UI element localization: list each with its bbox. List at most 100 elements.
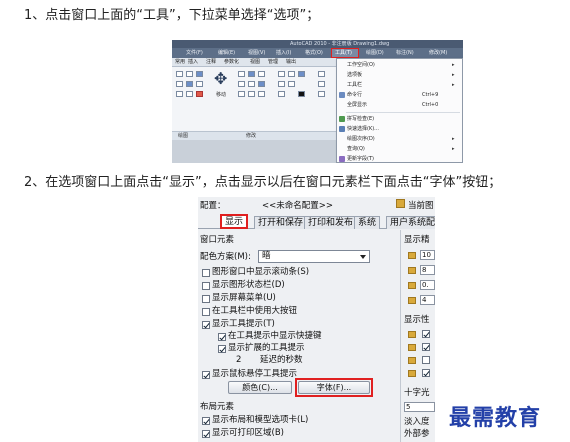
bulb-icon[interactable]	[278, 81, 285, 87]
menu-item-spell-check[interactable]: 拼写检查(E)	[337, 115, 462, 124]
line-icon[interactable]	[176, 71, 183, 77]
mirror-icon[interactable]	[258, 71, 265, 77]
status-bar-checkbox[interactable]	[202, 282, 210, 290]
menu-insert[interactable]: 插入(I)	[276, 49, 291, 57]
performance-checkbox-3[interactable]	[422, 356, 430, 364]
layout-tabs-label: 显示布局和模型选项卡(L)	[212, 415, 309, 425]
resolution-value-3[interactable]: 0.	[420, 280, 435, 290]
color-swatch-icon[interactable]	[278, 91, 285, 97]
display-performance-header: 显示性	[404, 315, 430, 325]
large-buttons-checkbox[interactable]	[202, 308, 210, 316]
menu-draw[interactable]: 绘图(D)	[366, 49, 384, 57]
menu-item-update-fields[interactable]: 更新字段(T)	[337, 155, 462, 163]
text-icon[interactable]	[318, 71, 325, 77]
tab-plot-publish[interactable]: 打印和发布	[304, 216, 358, 229]
leader-icon[interactable]	[318, 91, 325, 97]
move-icon[interactable]: ✥	[214, 71, 227, 87]
copy-icon[interactable]	[238, 71, 245, 77]
scrollbars-checkbox[interactable]	[202, 269, 210, 277]
layer-props-icon[interactable]	[288, 71, 295, 77]
stretch-icon[interactable]	[238, 81, 245, 87]
tab-system[interactable]: 系统	[354, 216, 381, 229]
crosshair-size-value[interactable]: 5	[404, 402, 435, 412]
crosshair-size-header: 十字光	[404, 388, 430, 398]
rotate-icon[interactable]	[248, 71, 255, 77]
spline-icon[interactable]	[186, 91, 193, 97]
menu-item-draw-order[interactable]: 绘图次序(D) ▸	[337, 135, 462, 144]
menu-item-workspace[interactable]: 工作空间(O) ▸	[337, 61, 462, 70]
rollover-label: 显示鼠标悬停工具提示	[212, 369, 298, 379]
fonts-button[interactable]: 字体(F)...	[298, 381, 370, 394]
window-elements-header: 窗口元素	[200, 235, 235, 245]
ribbon-tab-output[interactable]: 输出	[286, 59, 296, 66]
menu-item-label: 快速选择(K)...	[347, 126, 379, 132]
extended-tooltip-checkbox[interactable]	[218, 345, 226, 353]
dimension-icon[interactable]	[318, 81, 325, 87]
menu-tools[interactable]: 工具(T)	[335, 49, 352, 57]
performance-checkbox-2[interactable]	[422, 343, 430, 351]
scrollbars-label: 图形窗口中显示滚动条(S)	[212, 267, 310, 277]
menu-item-inquiry[interactable]: 查询(Q) ▸	[337, 145, 462, 154]
colors-button[interactable]: 颜色(C)...	[228, 381, 292, 394]
screen-menu-checkbox[interactable]	[202, 295, 210, 303]
menu-modify[interactable]: 修改(M)	[429, 49, 447, 57]
menu-item-palettes[interactable]: 选项板 ▸	[337, 71, 462, 80]
ribbon-tab-home[interactable]: 常用	[175, 59, 185, 66]
fillet-icon[interactable]	[248, 91, 255, 97]
color-scheme-value: 暗	[262, 251, 271, 261]
ribbon-tab-view[interactable]: 视图	[250, 59, 260, 66]
circle-icon[interactable]	[196, 71, 203, 77]
step-2-instruction: 2、在选项窗口上面点击“显示”，点击显示以后在窗口元素栏下面点击“字体”按钮；	[24, 175, 502, 190]
rollover-checkbox[interactable]	[202, 371, 210, 379]
tab-user-preferences[interactable]: 用户系统配置	[386, 216, 435, 229]
performance-checkbox-4[interactable]	[422, 369, 430, 377]
resolution-value-1[interactable]: 10	[420, 250, 435, 260]
printable-area-label: 显示可打印区域(B)	[212, 428, 284, 438]
rectangle-icon[interactable]	[186, 81, 193, 87]
menu-item-fullscreen[interactable]: 全屏显示 Ctrl+0	[337, 101, 462, 110]
tooltips-checkbox[interactable]	[202, 321, 210, 329]
ribbon-tab-insert[interactable]: 插入	[188, 59, 198, 66]
menu-edit[interactable]: 编辑(E)	[218, 49, 235, 57]
menu-file[interactable]: 文件(F)	[186, 49, 203, 57]
menu-item-label: 命令行	[347, 92, 363, 98]
array-icon[interactable]	[258, 81, 265, 87]
resolution-value-4[interactable]: 4	[420, 295, 435, 305]
menu-item-toolbars[interactable]: 工具栏 ▸	[337, 81, 462, 90]
resolution-value-2[interactable]: 8	[420, 265, 435, 275]
performance-checkbox-1[interactable]	[422, 330, 430, 338]
menu-dimension[interactable]: 标注(N)	[396, 49, 414, 57]
menu-item-command-line[interactable]: 命令行 Ctrl+9	[337, 91, 462, 100]
ribbon-tab-annotate[interactable]: 注释	[206, 59, 216, 66]
trim-icon[interactable]	[238, 91, 245, 97]
hatch-icon[interactable]	[196, 81, 203, 87]
color-scheme-select[interactable]: 暗	[258, 250, 370, 263]
scale-icon[interactable]	[248, 81, 255, 87]
arc-icon[interactable]	[176, 81, 183, 87]
tab-open-save[interactable]: 打开和保存	[254, 216, 308, 229]
ribbon-tab-manage[interactable]: 管理	[268, 59, 278, 66]
delay-value[interactable]: 2	[236, 355, 241, 366]
polyline-icon[interactable]	[186, 71, 193, 77]
layer-icon[interactable]	[278, 71, 285, 77]
black-swatch-icon[interactable]	[298, 91, 305, 97]
menu-item-quick-select[interactable]: 快速选择(K)...	[337, 125, 462, 134]
menu-view[interactable]: 视图(V)	[248, 49, 265, 57]
erase-icon[interactable]	[258, 91, 265, 97]
fade-control-header: 淡入度	[404, 417, 430, 427]
resolution-icon	[408, 297, 416, 304]
ellipse-icon[interactable]	[176, 91, 183, 97]
menu-format[interactable]: 格式(O)	[305, 49, 323, 57]
ribbon-tab-parametric[interactable]: 参数化	[224, 59, 239, 66]
point-icon[interactable]	[196, 91, 203, 97]
sun-icon[interactable]	[288, 81, 295, 87]
group-draw-label: 绘图	[178, 133, 189, 139]
tab-display[interactable]: 显示	[220, 214, 249, 229]
printable-area-checkbox[interactable]	[202, 430, 210, 438]
menu-item-label: 选项板	[347, 72, 363, 78]
drawing-area	[172, 140, 340, 163]
tooltip-shortcut-checkbox[interactable]	[218, 333, 226, 341]
layout-tabs-checkbox[interactable]	[202, 417, 210, 425]
layer-state-icon[interactable]	[298, 71, 305, 77]
menu-item-label: 工具栏	[347, 82, 363, 88]
